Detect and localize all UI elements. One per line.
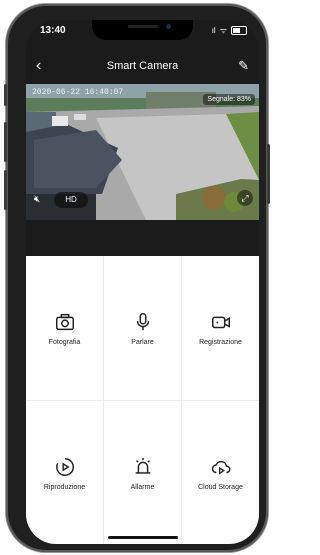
wifi-icon: ᯤ [219,26,227,35]
quality-toggle-button[interactable]: HD [54,192,88,208]
playback-icon [55,457,74,476]
front-camera [166,24,171,29]
camera-icon [55,313,74,330]
notch [92,20,193,40]
speaker-grille [128,25,158,28]
speaker-muted-icon: 🔇︎ [34,194,41,205]
action-panel: Fotografia Parlare Registrazione Riprodu… [26,256,259,544]
cloud-icon [211,460,230,475]
action-label: Fotografia [48,338,81,346]
action-label: Registrazione [199,338,242,346]
action-cloud-storage[interactable]: Cloud Storage [182,401,259,544]
home-indicator[interactable] [108,536,178,539]
battery-icon [231,26,247,35]
alarm-icon [135,457,150,474]
status-icons: ıl ᯤ [212,25,247,36]
action-label: Parlare [131,338,154,346]
mute-switch [4,84,7,106]
camera-live-view[interactable]: 2020-06-22 16:40:07 Segnale: 83% 🔇︎ HD ⤢ [26,84,259,220]
video-timestamp: 2020-06-22 16:40:07 [32,88,124,97]
power-button [267,144,270,204]
action-grid: Fotografia Parlare Registrazione Riprodu… [26,256,259,544]
edit-button[interactable]: ✎ [238,58,249,74]
volume-up-button [4,122,7,162]
status-time: 13:40 [40,25,66,36]
video-camera-icon [211,316,230,328]
cellular-signal-icon: ıl [211,26,216,35]
signal-badge: Segnale: 83% [203,94,255,105]
screen: 13:40 ıl ᯤ ‹ Smart Camera ✎ 2020-06-22 1… [26,20,259,544]
action-label: Cloud Storage [198,483,243,491]
page-title: Smart Camera [106,60,179,72]
action-label: Allarme [130,483,155,491]
fullscreen-icon: ⤢ [241,193,249,203]
dark-spacer [26,220,259,256]
action-fotografia[interactable]: Fotografia [26,256,103,400]
volume-down-button [4,170,7,210]
action-allarme[interactable]: Allarme [104,401,181,544]
pencil-icon: ✎ [238,58,249,73]
action-parlare[interactable]: Parlare [104,256,181,400]
phone-frame: 13:40 ıl ᯤ ‹ Smart Camera ✎ 2020-06-22 1… [4,4,270,552]
mute-button[interactable]: 🔇︎ [34,194,40,205]
nav-bar: ‹ Smart Camera ✎ [26,56,259,80]
action-label: Riproduzione [43,483,86,491]
fullscreen-button[interactable]: ⤢ [237,190,253,206]
action-registrazione[interactable]: Registrazione [182,256,259,400]
action-riproduzione[interactable]: Riproduzione [26,401,103,544]
microphone-icon [136,312,149,330]
